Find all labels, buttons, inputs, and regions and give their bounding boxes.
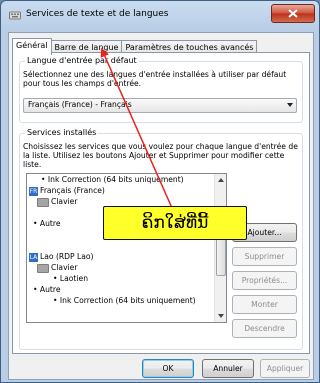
default-language-select[interactable]: Français (France) - Français [23, 98, 297, 113]
remove-button[interactable]: Supprimer [232, 247, 297, 266]
tree-item-label: Ink Correction (64 bits uniquement) [47, 175, 184, 184]
tree-item-label: Ink Correction (64 bits uniquement) [59, 296, 196, 305]
tree-item-label: Français (France) [40, 186, 105, 195]
fr-language-badge: FR [29, 186, 38, 196]
default-language-group: Langue d'entrée par défaut Sélectionnez … [19, 56, 303, 123]
tree-item-label: Lao (RDP Lao) [40, 252, 94, 261]
tree-item-label: Autre [39, 285, 61, 294]
tree-item-label: Laotien [59, 274, 89, 283]
scroll-up-arrow-icon[interactable] [218, 178, 224, 182]
default-language-description: Sélectionnez une des langues d'entrée in… [23, 70, 287, 88]
tree-scrollbar[interactable] [214, 174, 226, 322]
tab-general[interactable]: Général [12, 38, 52, 55]
installed-services-description: Choisissez les services que vous voulez … [23, 142, 298, 169]
tree-item-fr-clavier[interactable]: Clavier [37, 197, 77, 207]
tree-item-label: Autre [39, 219, 61, 228]
installed-services-group: Services installés Choisissez les servic… [19, 128, 303, 350]
tree-item-lao-clavier[interactable]: Clavier [37, 263, 77, 273]
annotation-callout: ຄິກໃສ່ທີ່ນີ້ [103, 206, 247, 240]
installed-services-title: Services installés [25, 128, 99, 137]
window-title: Services de texte et de langues [26, 9, 169, 19]
scroll-thumb[interactable] [216, 234, 226, 276]
cancel-button[interactable]: Annuler [202, 359, 254, 378]
tree-item-label: Clavier [51, 197, 78, 206]
properties-button[interactable]: Propriétés... [232, 271, 297, 290]
move-up-button[interactable]: Monter [232, 295, 297, 314]
tree-item-label: Clavier [51, 263, 78, 272]
keyboard-icon [9, 11, 21, 20]
default-language-title: Langue d'entrée par défaut [25, 56, 139, 65]
tree-item-laotien[interactable]: • Laotien [53, 274, 88, 283]
chevron-down-icon [287, 103, 293, 107]
tree-item-ink-correction[interactable]: • Ink Correction (64 bits uniquement) [41, 175, 184, 184]
tree-item-fr-autre[interactable]: • Autre [33, 219, 61, 228]
tree-item-ink-correction-2[interactable]: • Ink Correction (64 bits uniquement) [53, 296, 196, 305]
services-tree[interactable]: • Ink Correction (64 bits uniquement) FR… [26, 173, 227, 323]
ok-button[interactable]: OK [142, 359, 194, 378]
la-language-badge: LA [29, 252, 38, 262]
move-down-button[interactable]: Descendre [232, 319, 297, 338]
dialog-window: Services de texte et de langues Général … [0, 0, 320, 383]
tab-strip: Général Barre de langue Paramètres de to… [12, 38, 258, 55]
keyboard-icon [37, 263, 49, 273]
title-bar: Services de texte et de langues [1, 1, 319, 29]
tree-item-lao[interactable]: LA Lao (RDP Lao) [29, 252, 94, 262]
apply-button[interactable]: Appliquer [260, 359, 310, 378]
tree-item-french[interactable]: FR Français (France) [29, 186, 105, 196]
keyboard-icon [37, 197, 49, 207]
tab-panel-general: Langue d'entrée par défaut Sélectionnez … [12, 52, 310, 354]
default-language-value: Français (France) - Français [28, 100, 132, 109]
close-button[interactable] [271, 4, 315, 23]
tree-item-lao-autre[interactable]: • Autre [33, 285, 61, 294]
scroll-down-arrow-icon[interactable] [218, 314, 224, 318]
close-icon [288, 9, 298, 18]
